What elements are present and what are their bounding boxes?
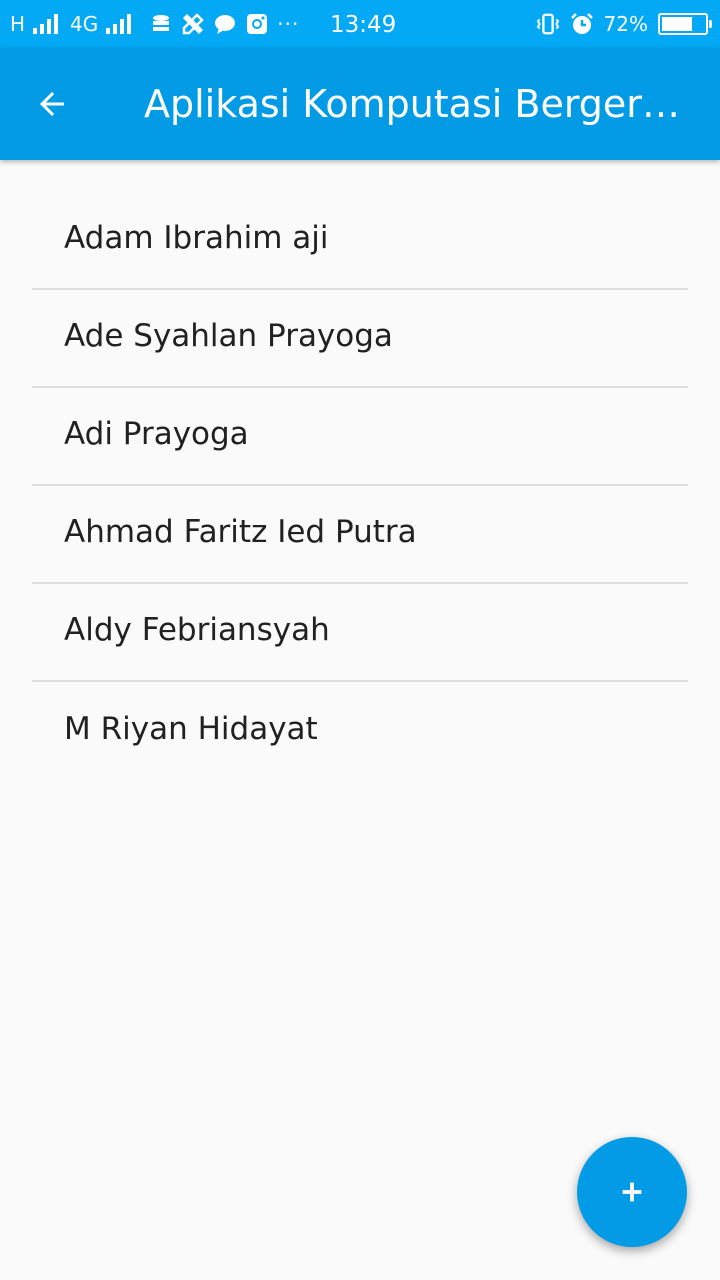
status-right-group: 72% bbox=[536, 0, 712, 48]
list-item-label: Ade Syahlan Prayoga bbox=[64, 318, 393, 354]
signal-icon bbox=[33, 14, 59, 34]
page-title: Aplikasi Komputasi Bergerak bbox=[144, 82, 684, 126]
plus-icon bbox=[622, 1182, 642, 1202]
data-saver-icon bbox=[149, 12, 173, 36]
list-item[interactable]: M Riyan Hidayat bbox=[32, 682, 688, 780]
battery-level bbox=[662, 17, 693, 31]
back-button[interactable] bbox=[24, 76, 80, 132]
list-item[interactable]: Ade Syahlan Prayoga bbox=[32, 290, 688, 388]
list-item-label: Aldy Febriansyah bbox=[64, 612, 330, 648]
vibrate-icon bbox=[536, 12, 560, 36]
more-notifications-icon: ··· bbox=[277, 12, 300, 36]
battery-icon bbox=[658, 13, 712, 35]
arrow-back-icon bbox=[40, 92, 64, 116]
list-item-label: Adam Ibrahim aji bbox=[64, 220, 329, 256]
status-bar: H 4G ··· 13:49 72% bbox=[0, 0, 720, 48]
status-time: 13:49 bbox=[330, 12, 397, 38]
list-item-label: Adi Prayoga bbox=[64, 416, 249, 452]
battery-percent: 72% bbox=[603, 12, 648, 36]
instagram-icon bbox=[245, 12, 269, 36]
network-type-h: H bbox=[10, 12, 26, 36]
signal-icon bbox=[106, 14, 132, 34]
app-bar: Aplikasi Komputasi Bergerak bbox=[0, 48, 720, 160]
status-left-group: H 4G ··· bbox=[10, 0, 299, 48]
list-item-label: M Riyan Hidayat bbox=[64, 711, 318, 747]
list-item[interactable]: Ahmad Faritz Ied Putra bbox=[32, 486, 688, 584]
list-item-label: Ahmad Faritz Ied Putra bbox=[64, 514, 417, 550]
tools-icon bbox=[181, 12, 205, 36]
network-type-4g: 4G bbox=[70, 12, 99, 36]
student-list: Adam Ibrahim aji Ade Syahlan Prayoga Adi P… bbox=[32, 192, 688, 780]
list-item[interactable]: Adi Prayoga bbox=[32, 388, 688, 486]
add-button[interactable] bbox=[577, 1137, 687, 1247]
list-item[interactable]: Adam Ibrahim aji bbox=[32, 192, 688, 290]
list-item[interactable]: Aldy Febriansyah bbox=[32, 584, 688, 682]
chat-icon bbox=[213, 12, 237, 36]
alarm-icon bbox=[570, 12, 594, 36]
